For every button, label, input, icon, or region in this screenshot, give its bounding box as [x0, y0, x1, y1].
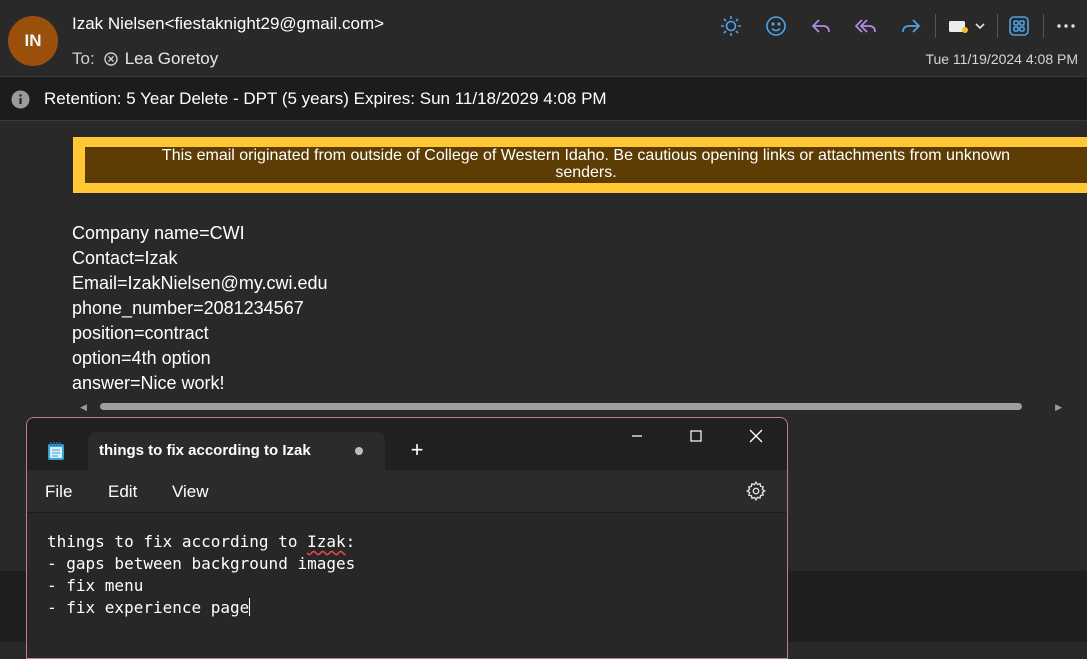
warning-line-1: This email originated from outside of Co… [161, 147, 1011, 164]
forward-icon[interactable] [895, 10, 927, 42]
external-warning-text: This email originated from outside of Co… [85, 147, 1087, 183]
message-header: IN Izak Nielsen<fiestaknight29@gmail.com… [0, 0, 1087, 76]
close-icon[interactable] [738, 424, 774, 448]
misspelled-word[interactable]: Izak [307, 532, 346, 551]
notepad-app-icon [47, 441, 65, 461]
notepad-editor[interactable]: things to fix according to Izak: - gaps … [27, 512, 787, 658]
recipient-name[interactable]: Lea Goretoy [125, 49, 219, 69]
retention-bar: Retention: 5 Year Delete - DPT (5 years)… [0, 76, 1087, 121]
body-line: Contact=Izak [72, 248, 178, 268]
editor-line: - fix menu [47, 576, 144, 595]
apps-icon[interactable] [1003, 10, 1035, 42]
menu-file[interactable]: File [45, 482, 72, 502]
menu-view[interactable]: View [172, 482, 209, 502]
to-label: To: [72, 49, 95, 68]
toolbar-divider [1043, 14, 1044, 38]
sun-icon[interactable] [715, 10, 747, 42]
sender-avatar[interactable]: IN [8, 16, 58, 66]
message-body: Company name=CWI Contact=Izak Email=Izak… [72, 221, 328, 396]
scroll-right-icon[interactable]: ▶ [1055, 402, 1062, 413]
editor-line: - fix experience page [47, 598, 251, 617]
message-date: Tue 11/19/2024 4:08 PM [925, 51, 1078, 67]
body-line: phone_number=2081234567 [72, 298, 304, 318]
recipient-status-icon [103, 51, 119, 67]
external-warning-banner: This email originated from outside of Co… [73, 137, 1087, 193]
editor-text: things to fix according to [47, 532, 308, 551]
gear-icon[interactable] [745, 480, 767, 502]
notepad-titlebar[interactable]: things to fix according to Izak + [27, 418, 787, 470]
body-line: Company name=CWI [72, 223, 245, 243]
info-icon [11, 90, 30, 109]
notepad-menubar: File Edit View [27, 470, 787, 512]
notepad-tab-title: things to fix according to Izak [99, 442, 311, 459]
retention-text: Retention: 5 Year Delete - DPT (5 years)… [44, 89, 607, 108]
more-icon[interactable] [1050, 10, 1082, 42]
reply-all-icon[interactable] [850, 10, 882, 42]
editor-line: things to fix according to Izak: [47, 532, 355, 551]
editor-text: - fix experience page [47, 598, 250, 617]
notepad-window: things to fix according to Izak + File E… [26, 417, 788, 659]
new-tab-icon[interactable]: + [405, 438, 429, 462]
body-line: answer=Nice work! [72, 373, 225, 393]
editor-line: - gaps between background images [47, 554, 356, 573]
recipients-row: To: Lea Goretoy [72, 49, 218, 69]
warning-line-2: senders. [555, 164, 617, 181]
minimize-icon[interactable] [619, 424, 655, 448]
unsaved-dot-icon[interactable] [355, 447, 363, 455]
reply-icon[interactable] [805, 10, 837, 42]
body-line: option=4th option [72, 348, 211, 368]
body-line: Email=IzakNielsen@my.cwi.edu [72, 273, 328, 293]
emoji-icon[interactable] [760, 10, 792, 42]
editor-text: : [345, 532, 356, 551]
toolbar-divider [935, 14, 936, 38]
notepad-tab[interactable]: things to fix according to Izak [88, 432, 385, 470]
horizontal-scrollbar[interactable]: ◀ ▶ [78, 399, 1066, 415]
toolbar-divider [997, 14, 998, 38]
menu-edit[interactable]: Edit [108, 482, 137, 502]
scrollbar-thumb[interactable] [100, 403, 1022, 410]
sender-name[interactable]: Izak Nielsen<fiestaknight29@gmail.com> [72, 14, 384, 34]
maximize-icon[interactable] [678, 424, 714, 448]
scroll-left-icon[interactable]: ◀ [80, 402, 87, 413]
text-caret [249, 598, 251, 616]
tag-icon[interactable] [945, 10, 989, 42]
body-line: position=contract [72, 323, 209, 343]
